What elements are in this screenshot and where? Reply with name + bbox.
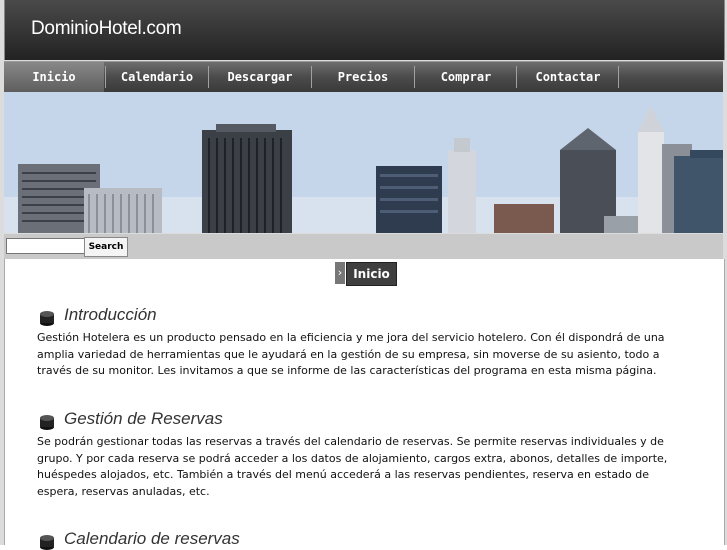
section-title: Gestión de Reservas xyxy=(64,409,223,428)
cylinder-bullet-icon xyxy=(40,415,54,430)
nav-divider xyxy=(105,66,106,88)
main-content: › Inicio Introducción Gestión Hotelera e… xyxy=(4,259,725,550)
nav-item-precios[interactable]: Precios xyxy=(313,62,413,92)
search-input[interactable] xyxy=(6,238,85,254)
nav-item-descargar[interactable]: Descargar xyxy=(210,62,310,92)
section-body: Gestión Hotelera es un producto pensado … xyxy=(37,331,665,377)
skyline-image xyxy=(4,92,723,233)
search-bar: Search xyxy=(4,234,723,259)
nav-divider xyxy=(618,66,619,88)
nav-divider xyxy=(516,66,517,88)
nav-item-contactar[interactable]: Contactar xyxy=(518,62,618,92)
nav-divider xyxy=(208,66,209,88)
nav-item-calendario[interactable]: Calendario xyxy=(107,62,207,92)
breadcrumb-current[interactable]: Inicio xyxy=(346,262,397,286)
cylinder-bullet-icon xyxy=(40,311,54,326)
section-title: Calendario de reservas xyxy=(64,529,240,548)
nav-item-inicio[interactable]: Inicio xyxy=(4,62,104,92)
cylinder-bullet-icon xyxy=(40,535,54,550)
site-header: DominioHotel.com xyxy=(4,0,725,60)
section-title: Introducción xyxy=(64,305,157,324)
section-body: Se podrán gestionar todas las reservas a… xyxy=(37,435,668,498)
nav-divider xyxy=(311,66,312,88)
search-button[interactable]: Search xyxy=(84,237,128,257)
nav-divider xyxy=(414,66,415,88)
nav-item-comprar[interactable]: Comprar xyxy=(416,62,516,92)
chevron-right-icon: › xyxy=(335,262,345,284)
main-nav: Inicio Calendario Descargar Precios Comp… xyxy=(4,61,723,92)
site-logo[interactable]: DominioHotel.com xyxy=(31,18,182,40)
skyline-banner xyxy=(4,92,723,233)
